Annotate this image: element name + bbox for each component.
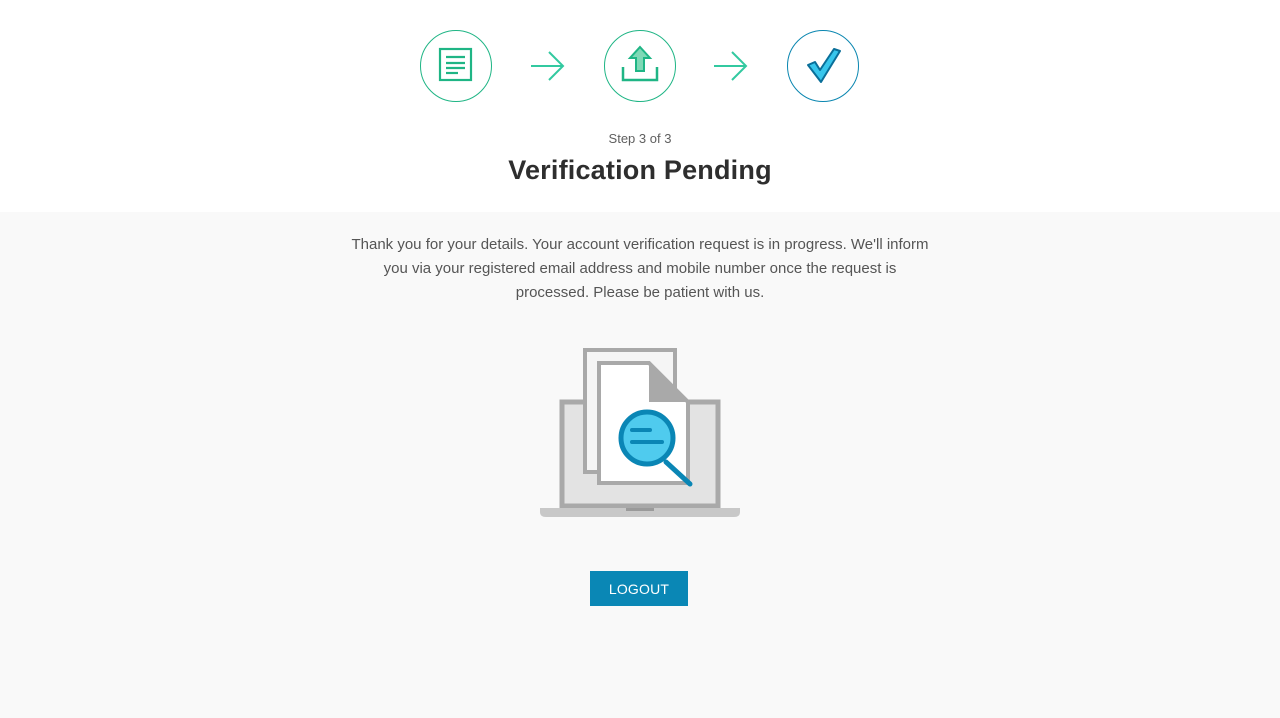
upload-icon	[621, 45, 659, 82]
status-message: Thank you for your details. Your account…	[351, 236, 929, 301]
arrow-right-icon	[531, 51, 565, 81]
step-counter: Step 3 of 3	[608, 131, 672, 146]
checkmark-icon	[807, 48, 841, 83]
step-1-details	[420, 30, 492, 102]
laptop-document-search-icon	[540, 348, 740, 517]
page-title: Verification Pending	[508, 155, 772, 185]
step-2-upload	[604, 30, 676, 102]
arrow-right-icon	[714, 51, 748, 81]
document-form-icon	[438, 47, 473, 82]
header-panel: Step 3 of 3 Verification Pending	[0, 0, 1280, 212]
logout-button[interactable]: LOGOUT	[590, 571, 688, 606]
step-3-verification	[787, 30, 859, 102]
